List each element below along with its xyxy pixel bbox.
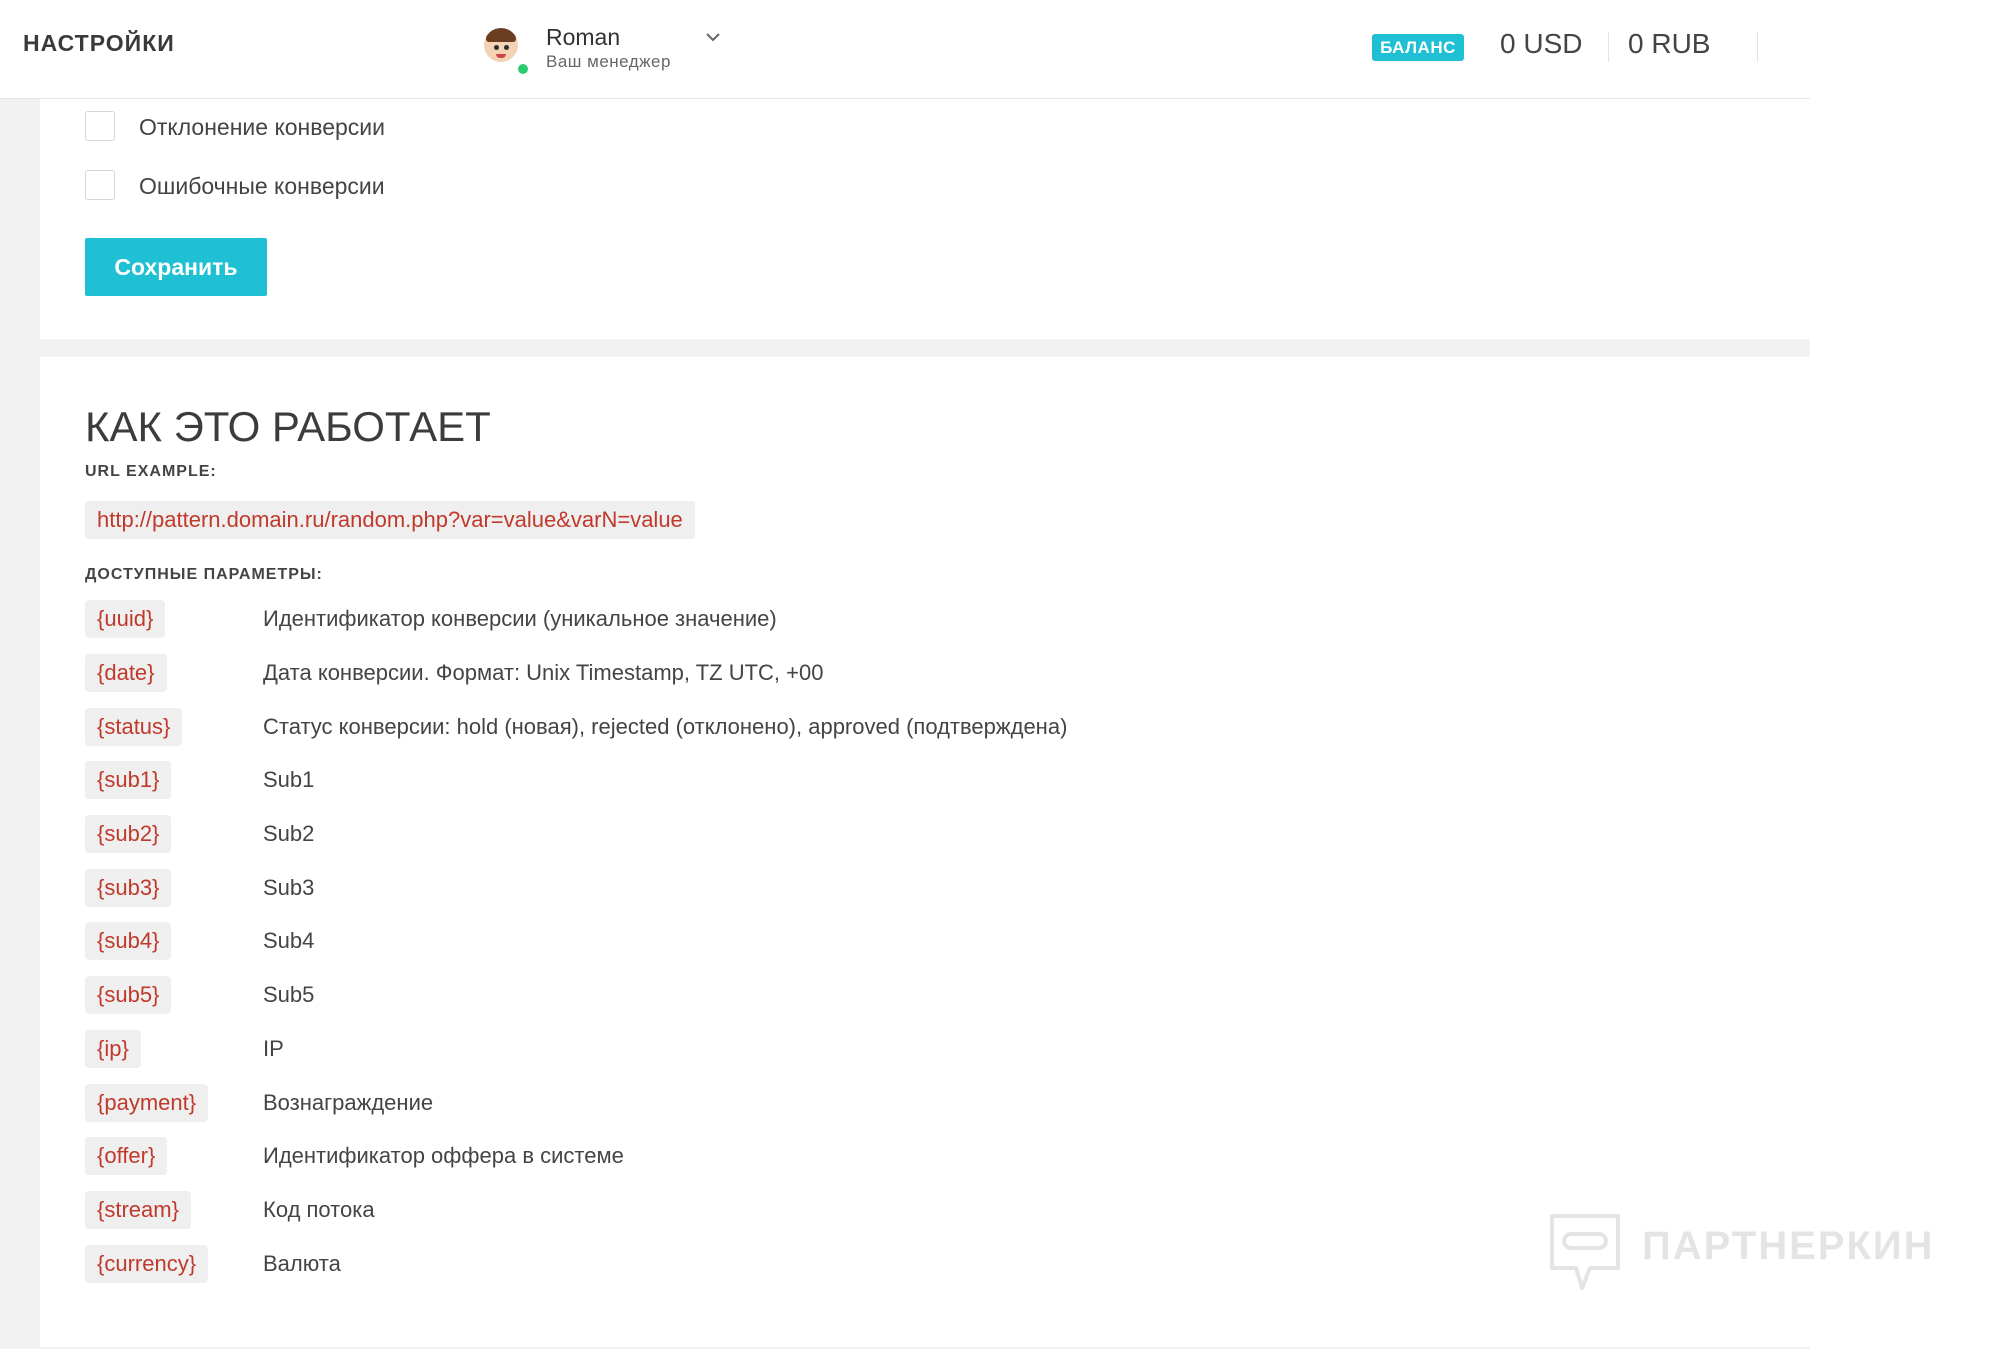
page-title: НАСТРОЙКИ — [23, 30, 175, 56]
param-desc: Sub5 — [263, 982, 315, 1007]
param-desc: Код потока — [263, 1197, 375, 1222]
top-header: НАСТРОЙКИ Roman Ваш менеджер БАЛАНС 0 US… — [0, 0, 1810, 99]
online-status-dot — [516, 62, 530, 76]
param-code: {sub4} — [85, 922, 172, 960]
param-row: {currency} Валюта — [85, 1245, 1585, 1283]
errors-label: Ошибочные конверсии — [139, 173, 385, 199]
errors-checkbox[interactable] — [85, 170, 115, 200]
param-desc: Валюта — [263, 1251, 341, 1276]
param-row: {stream} Код потока — [85, 1191, 1585, 1229]
param-row: {uuid} Идентификатор конверсии (уникальн… — [85, 600, 1585, 638]
url-example-label: URL EXAMPLE: — [85, 463, 217, 480]
param-row: {offer} Идентификатор оффера в системе — [85, 1137, 1585, 1175]
param-code: {sub5} — [85, 976, 172, 1014]
watermark: ПАРТНЕРКИН — [1546, 1210, 1966, 1300]
param-desc: Статус конверсии: hold (новая), rejected… — [263, 714, 1068, 739]
watermark-text: ПАРТНЕРКИН — [1642, 1224, 1935, 1268]
url-example: http://pattern.domain.ru/random.php?var=… — [85, 501, 695, 539]
param-code: {uuid} — [85, 600, 166, 638]
param-code: {currency} — [85, 1245, 209, 1283]
param-desc: Идентификатор конверсии (уникальное знач… — [263, 606, 777, 631]
section-title: КАК ЭТО РАБОТАЕТ — [85, 403, 491, 450]
manager-name: Roman — [546, 24, 621, 50]
avatar-icon — [484, 28, 518, 62]
param-code: {status} — [85, 708, 183, 746]
param-desc: Sub4 — [263, 928, 315, 953]
param-row: {sub2} Sub2 — [85, 815, 1585, 853]
chevron-down-icon[interactable] — [706, 30, 720, 44]
how-it-works-card: КАК ЭТО РАБОТАЕТ URL EXAMPLE: http://pat… — [40, 357, 1810, 1347]
param-desc: IP — [263, 1036, 284, 1061]
param-code: {date} — [85, 654, 167, 692]
save-button[interactable]: Сохранить — [85, 238, 267, 296]
param-code: {sub3} — [85, 869, 172, 907]
param-code: {ip} — [85, 1030, 141, 1068]
param-desc: Sub1 — [263, 767, 315, 792]
param-code: {sub2} — [85, 815, 172, 853]
param-code: {offer} — [85, 1137, 168, 1175]
rejection-checkbox[interactable] — [85, 111, 115, 141]
param-row: {sub5} Sub5 — [85, 976, 1585, 1014]
param-desc: Sub3 — [263, 875, 315, 900]
notifications-card: Отклонение конверсии Ошибочные конверсии… — [40, 99, 1810, 339]
param-code: {stream} — [85, 1191, 191, 1229]
param-desc: Sub2 — [263, 821, 315, 846]
param-desc: Дата конверсии. Формат: Unix Timestamp, … — [263, 660, 824, 685]
balance-rub: 0 RUB — [1628, 28, 1711, 59]
param-desc: Вознаграждение — [263, 1090, 434, 1115]
chat-logo-icon — [1550, 1214, 1620, 1290]
balance-usd: 0 USD — [1500, 28, 1583, 59]
param-row: {sub1} Sub1 — [85, 761, 1585, 799]
params-label: ДОСТУПНЫЕ ПАРАМЕТРЫ: — [85, 566, 323, 583]
param-desc: Идентификатор оффера в системе — [263, 1143, 624, 1168]
param-row: {status} Статус конверсии: hold (новая),… — [85, 708, 1585, 746]
rejection-label: Отклонение конверсии — [139, 114, 385, 140]
param-row: {ip} IP — [85, 1030, 1585, 1068]
manager-role: Ваш менеджер — [546, 52, 671, 71]
param-row: {sub4} Sub4 — [85, 922, 1585, 960]
param-row: {sub3} Sub3 — [85, 869, 1585, 907]
balance-divider — [1608, 32, 1609, 62]
param-row: {date} Дата конверсии. Формат: Unix Time… — [85, 654, 1585, 692]
header-divider — [1757, 32, 1758, 62]
param-row: {payment} Вознаграждение — [85, 1084, 1585, 1122]
balance-badge: БАЛАНС — [1372, 34, 1464, 61]
param-code: {sub1} — [85, 761, 172, 799]
right-strip — [1810, 0, 1990, 1349]
param-code: {payment} — [85, 1084, 209, 1122]
